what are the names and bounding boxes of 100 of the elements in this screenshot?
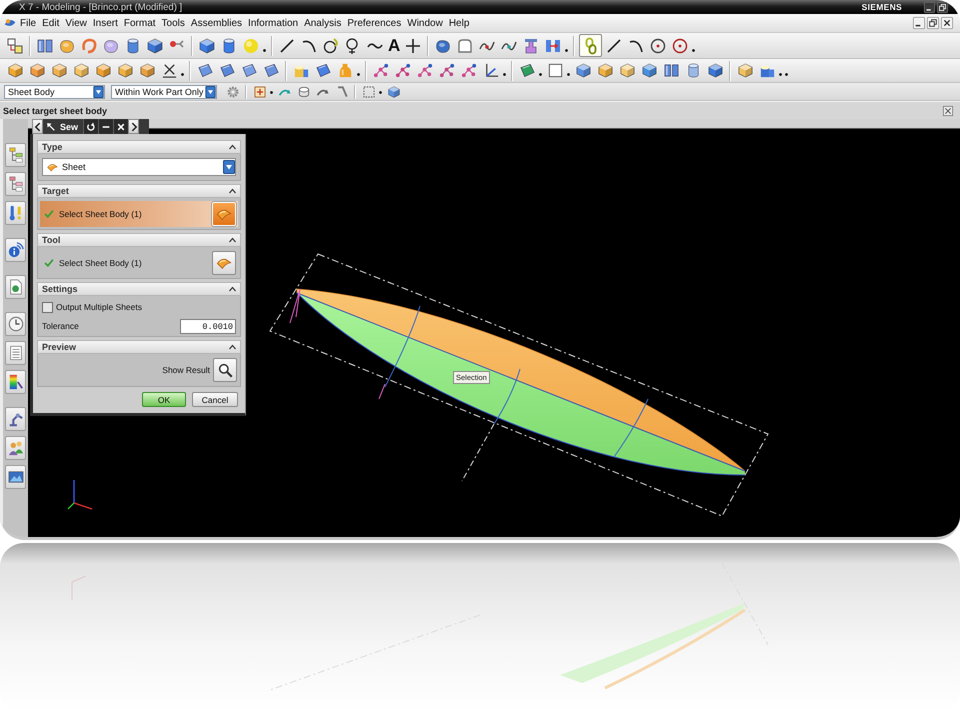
menu-item[interactable]: Analysis [301,16,344,30]
cube-icon[interactable] [618,62,636,79]
sheet-body-drawing[interactable] [290,288,746,476]
cube-icon[interactable] [94,62,112,79]
picture-icon[interactable] [8,469,24,485]
minimize-button[interactable] [98,119,114,134]
square-icon[interactable] [546,62,564,79]
sketch-icon[interactable] [6,36,24,54]
dashed-square-icon[interactable] [362,84,376,98]
cube-icon[interactable] [386,84,400,98]
resource-tab[interactable] [5,407,26,431]
more-dot-icon[interactable] [779,73,782,76]
chevron-up-icon[interactable] [228,236,237,244]
node-graph-icon[interactable] [460,62,478,79]
more-dot-icon[interactable] [692,49,696,52]
tree-icon[interactable] [8,176,24,192]
cube-icon[interactable] [706,62,724,79]
resource-tab[interactable] [5,201,26,225]
select-body-button[interactable] [212,251,236,275]
resource-tab[interactable] [5,312,26,336]
type-filter-dropdown[interactable]: Sheet Body [4,84,105,98]
resource-tab[interactable] [5,341,26,365]
swirl-icon[interactable] [80,36,98,54]
search-icon[interactable] [218,362,232,378]
cube-icon[interactable] [574,62,592,79]
type-dropdown[interactable]: Sheet [42,158,236,176]
restore-icon[interactable] [937,2,948,12]
gradient-bar-icon[interactable] [8,374,24,390]
app-logo-icon[interactable] [4,17,16,29]
section-header[interactable]: Tool [37,233,241,247]
chevron-left-icon[interactable] [32,122,42,132]
people-icon[interactable] [8,440,24,456]
clock-icon[interactable] [8,316,24,332]
restore-icon[interactable] [927,17,939,29]
sheet-icon[interactable] [196,62,214,79]
line-icon[interactable] [278,36,296,54]
more-dot-icon[interactable] [567,73,570,76]
circle-spline-icon[interactable] [322,36,340,54]
reset-button[interactable] [83,119,98,134]
more-dot-icon[interactable] [181,73,184,76]
node-graph-icon[interactable] [394,62,412,79]
thermometer-icon[interactable] [8,205,24,221]
more-dot-icon[interactable] [785,73,788,76]
menu-item[interactable]: Format [120,16,159,30]
menu-item[interactable]: Window [404,16,446,30]
sheet-icon[interactable] [240,62,258,79]
menu-item[interactable]: Edit [39,16,62,30]
page-icon[interactable] [8,279,24,295]
node-graph-icon[interactable] [372,62,390,79]
resource-tab[interactable] [5,143,26,167]
section-header[interactable]: Preview [37,340,241,354]
plus-icon[interactable] [404,36,422,54]
tolerance-field[interactable]: 0.0010 [180,318,236,334]
rotate-icon[interactable] [86,122,96,132]
robot-arm-icon[interactable] [8,411,24,427]
more-dot-icon[interactable] [379,91,382,94]
ok-button[interactable]: OK [142,392,186,407]
resource-tab[interactable] [5,436,26,460]
more-dot-icon[interactable] [357,73,360,76]
menu-item[interactable]: Insert [90,16,121,30]
scope-filter-dropdown[interactable]: Within Work Part Only [111,84,217,98]
circle-icon[interactable] [649,36,668,54]
gear-icon[interactable] [226,84,240,98]
menu-item[interactable]: Help [446,16,472,30]
minimize-icon[interactable] [924,2,935,12]
menu-item[interactable]: File [17,16,40,30]
cancel-button[interactable]: Cancel [192,392,238,407]
more-dot-icon[interactable] [539,73,542,76]
chevron-up-icon[interactable] [228,142,237,152]
line-icon[interactable] [605,36,624,54]
forward-button[interactable] [128,119,140,134]
resource-tab[interactable] [5,275,26,299]
section-header[interactable]: Target [37,184,241,198]
menu-item[interactable]: Preferences [344,16,404,30]
cube-icon[interactable] [50,62,68,79]
menu-item[interactable]: View [62,16,90,30]
menu-item[interactable]: Information [245,16,302,30]
checkbox[interactable] [42,302,53,312]
show-result-button[interactable] [213,358,237,382]
more-dot-icon[interactable] [565,49,568,52]
cross-icon[interactable] [160,62,178,79]
cube-icon[interactable] [72,62,90,79]
info-icon[interactable] [8,242,24,258]
plus-box-icon[interactable] [252,84,266,98]
chevron-up-icon[interactable] [228,284,237,294]
more-dot-icon[interactable] [263,49,266,52]
list-icon[interactable] [8,345,24,361]
node-graph-icon[interactable] [438,62,456,79]
cube-icon[interactable] [138,62,156,79]
back-button[interactable] [32,119,43,134]
text-tool-button[interactable]: A [386,36,402,56]
outline-icon[interactable] [456,36,474,54]
cube-icon[interactable] [116,62,134,79]
panels-icon[interactable] [662,62,680,79]
cube-icon[interactable] [198,36,216,54]
resource-tab[interactable] [5,172,26,196]
resource-tab[interactable] [5,370,26,394]
cube-icon[interactable] [28,62,46,79]
panels-icon[interactable] [36,36,54,54]
close-icon[interactable] [941,17,953,29]
